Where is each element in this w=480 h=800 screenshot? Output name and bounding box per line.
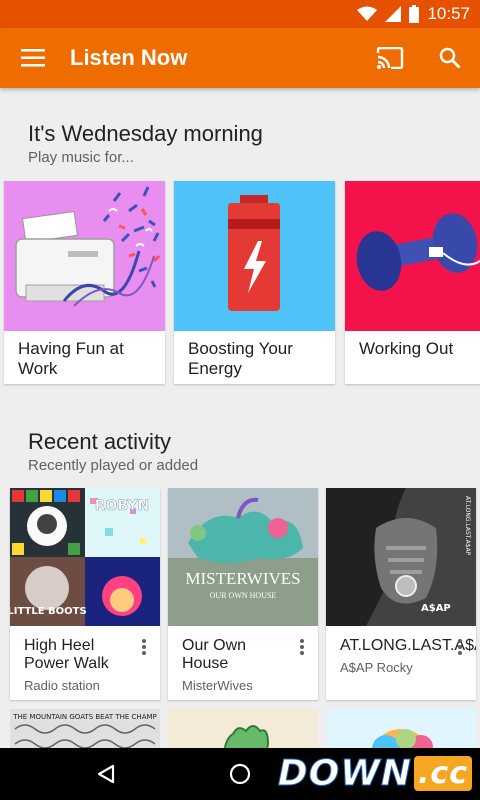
app-bar: Listen Now (0, 28, 480, 88)
album-art-misterwives: MISTERWIVES OUR OWN HOUSE (168, 488, 318, 626)
album-card-title: AT.LONG.LAST.A$AP (340, 637, 476, 654)
home-button[interactable] (200, 748, 280, 800)
watermark-tail: .cc (414, 756, 472, 791)
wifi-icon (357, 6, 378, 22)
printer-confetti-icon (4, 181, 165, 331)
album-art-collage: ROBYN LITTLE BOOTS (10, 488, 160, 626)
mood-card-working-out[interactable]: Working Out (345, 181, 480, 384)
watermark-logo: DOWN .cc (277, 753, 472, 795)
menu-icon (21, 49, 45, 67)
dumbbell-icon (345, 181, 480, 331)
clock: 10:57 (427, 4, 470, 23)
overflow-menu-icon[interactable] (452, 636, 468, 658)
signal-icon (385, 6, 402, 22)
status-bar: 10:57 (0, 0, 480, 28)
cast-button[interactable] (360, 28, 420, 88)
album-art-text: ROBYN (95, 498, 149, 514)
battery-bolt-icon (174, 181, 335, 331)
album-card-mountain-goats[interactable]: THE MOUNTAIN GOATS BEAT THE CHAMP (10, 709, 160, 748)
album-art-asap: A$AP AT.LONG.LAST.A$AP (326, 488, 476, 626)
cast-icon (376, 47, 404, 69)
album-art-text: OUR OWN HOUSE (210, 591, 277, 600)
album-art-text: LITTLE BOOTS (10, 606, 87, 617)
home-icon (229, 763, 251, 785)
moods-title: It's Wednesday morning (28, 121, 263, 146)
back-button[interactable] (66, 748, 146, 800)
back-icon (97, 764, 115, 784)
album-card-our-own-house[interactable]: MISTERWIVES OUR OWN HOUSE Our Own House … (168, 488, 318, 700)
search-icon (439, 47, 461, 69)
search-button[interactable] (420, 28, 480, 88)
battery-icon (409, 5, 420, 23)
mood-card-label: Boosting Your Energy (188, 339, 293, 378)
album-art-text: THE MOUNTAIN GOATS BEAT THE CHAMP (12, 713, 157, 721)
album-card-subtitle: MisterWives (182, 678, 253, 693)
moods-subtitle: Play music for... (28, 149, 134, 166)
album-card-at-long-last-asap[interactable]: A$AP AT.LONG.LAST.A$AP AT.LONG.LAST.A$AP… (326, 488, 476, 700)
page-title: Listen Now (70, 45, 188, 70)
mood-card-boosting-energy[interactable]: Boosting Your Energy (174, 181, 335, 384)
listen-now-content[interactable]: It's Wednesday morning Play music for...… (0, 88, 480, 748)
album-art-text: AT.LONG.LAST.A$AP (464, 496, 471, 556)
mood-card-label: Working Out (359, 339, 454, 358)
album-card-title: High Heel Power Walk (24, 637, 109, 672)
album-card-title: Our Own House (182, 637, 247, 672)
album-card-next-2[interactable] (168, 709, 318, 748)
album-art-text: MISTERWIVES (185, 569, 300, 588)
watermark-main: DOWN (277, 753, 413, 795)
overflow-menu-icon[interactable] (294, 636, 310, 658)
album-card-high-heel-power-walk[interactable]: ROBYN LITTLE BOOTS High Heel Power Walk … (10, 488, 160, 700)
mood-card-fun-at-work[interactable]: Having Fun at Work (4, 181, 165, 384)
overflow-menu-icon[interactable] (136, 636, 152, 658)
album-card-next-3[interactable] (326, 709, 476, 748)
recent-subtitle: Recently played or added (28, 457, 199, 474)
album-card-subtitle: A$AP Rocky (340, 660, 413, 675)
album-art-text: A$AP (421, 603, 451, 614)
album-card-subtitle: Radio station (24, 678, 100, 693)
mood-card-label: Having Fun at Work (18, 339, 124, 378)
menu-button[interactable] (0, 28, 66, 88)
recent-title: Recent activity (28, 429, 172, 454)
